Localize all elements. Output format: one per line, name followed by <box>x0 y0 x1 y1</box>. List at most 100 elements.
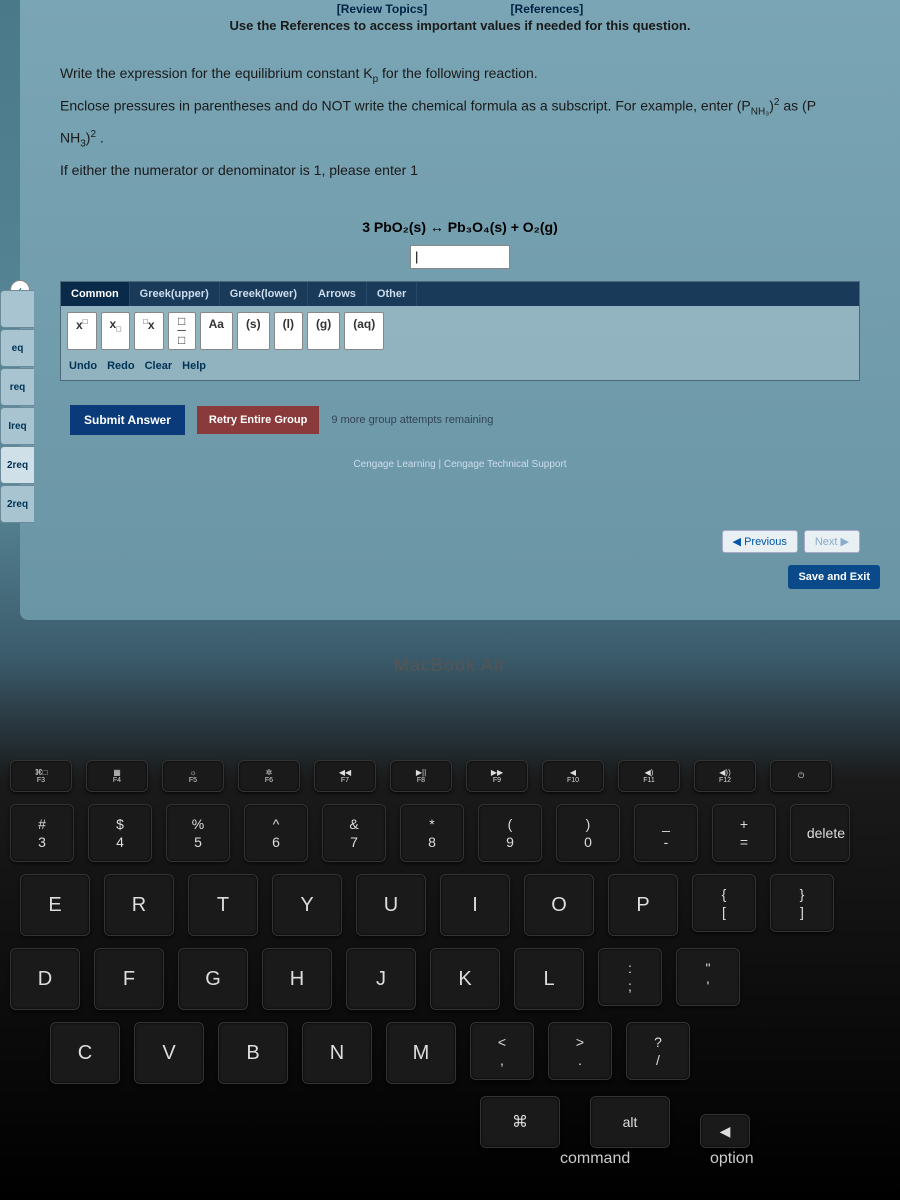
superscript-button[interactable]: x□ <box>67 312 97 351</box>
tab-greek-upper[interactable]: Greek(upper) <box>130 282 220 306</box>
sidebar-tab[interactable] <box>0 290 34 328</box>
retry-group-button[interactable]: Retry Entire Group <box>197 406 319 434</box>
function-key: ◀◀F7 <box>314 760 376 792</box>
letter-key: M <box>386 1022 456 1084</box>
submit-row: Submit Answer Retry Entire Group 9 more … <box>70 405 850 435</box>
tab-arrows[interactable]: Arrows <box>308 282 367 306</box>
delete-key: delete <box>790 804 850 862</box>
letter-key: O <box>524 874 594 936</box>
number-key: $4 <box>88 804 152 862</box>
alt-key: alt <box>590 1096 670 1148</box>
state-liquid-button[interactable]: (l) <box>274 312 303 351</box>
help-button[interactable]: Help <box>182 360 206 372</box>
editor-tabs: Common Greek(upper) Greek(lower) Arrows … <box>61 282 859 306</box>
sidebar-tab[interactable]: eq <box>0 329 34 367</box>
function-key: ◀F10 <box>542 760 604 792</box>
state-aqueous-button[interactable]: (aq) <box>344 312 384 351</box>
prescript-button[interactable]: □x <box>134 312 164 351</box>
letter-key: Y <box>272 874 342 936</box>
letter-key: P <box>608 874 678 936</box>
function-key: ⏻ <box>770 760 832 792</box>
punct-key: ?/ <box>626 1022 690 1080</box>
option-key-label: option <box>710 1150 754 1168</box>
letter-key: R <box>104 874 174 936</box>
case-button[interactable]: Aa <box>200 312 233 351</box>
number-key: #3 <box>10 804 74 862</box>
letter-key: K <box>430 948 500 1010</box>
tab-greek-lower[interactable]: Greek(lower) <box>220 282 308 306</box>
sidebar-tab[interactable]: Ireq <box>0 407 34 445</box>
sidebar-tab[interactable]: 2req <box>0 446 34 484</box>
function-key: ▶||F8 <box>390 760 452 792</box>
answer-input[interactable] <box>410 245 510 269</box>
bracket-key: {[ <box>692 874 756 932</box>
editor-secondary: Undo Redo Clear Help <box>61 356 859 380</box>
previous-button[interactable]: ◀ Previous <box>722 530 798 553</box>
punct-key: "' <box>676 948 740 1006</box>
sidebar-tab[interactable]: 2req <box>0 485 34 523</box>
function-key: ⌘□F3 <box>10 760 72 792</box>
equation-editor: Common Greek(upper) Greek(lower) Arrows … <box>60 281 860 382</box>
letter-key: U <box>356 874 426 936</box>
letter-key: G <box>178 948 248 1010</box>
letter-key: D <box>10 948 80 1010</box>
number-key: += <box>712 804 776 862</box>
top-instruction: Use the References to access important v… <box>20 18 900 33</box>
letter-key: L <box>514 948 584 1010</box>
review-topics-link[interactable]: [Review Topics] <box>337 2 427 16</box>
letter-key: N <box>302 1022 372 1084</box>
attempts-remaining: 9 more group attempts remaining <box>331 414 493 426</box>
sidebar-tabs: eq req Ireq 2req 2req <box>0 290 34 524</box>
number-key: )0 <box>556 804 620 862</box>
save-and-exit-button[interactable]: Save and Exit <box>788 565 880 589</box>
references-link[interactable]: [References] <box>511 2 584 16</box>
letter-key: I <box>440 874 510 936</box>
punct-key: :; <box>598 948 662 1006</box>
command-key-label: command <box>560 1150 630 1168</box>
function-key: ▶▶F9 <box>466 760 528 792</box>
state-gas-button[interactable]: (g) <box>307 312 340 351</box>
number-key: ^6 <box>244 804 308 862</box>
function-key: ☼F5 <box>162 760 224 792</box>
question-window: [Review Topics] [References] Use the Ref… <box>20 0 900 620</box>
punct-key: >. <box>548 1022 612 1080</box>
number-key: *8 <box>400 804 464 862</box>
editor-toolbar: x□ x□ □x □─□ Aa (s) (l) (g) (aq) <box>61 306 859 357</box>
letter-key: B <box>218 1022 288 1084</box>
function-key: ◀)F11 <box>618 760 680 792</box>
letter-key: T <box>188 874 258 936</box>
top-links: [Review Topics] [References] <box>20 0 900 16</box>
footer-links[interactable]: Cengage Learning | Cengage Technical Sup… <box>20 459 900 470</box>
function-key: ◀))F12 <box>694 760 756 792</box>
undo-button[interactable]: Undo <box>69 360 97 372</box>
laptop-model-label: MacBook Air <box>0 655 900 676</box>
letter-key: C <box>50 1022 120 1084</box>
arrow-left-key: ◀ <box>700 1114 750 1148</box>
number-key: (9 <box>478 804 542 862</box>
tab-other[interactable]: Other <box>367 282 417 306</box>
sidebar-tab[interactable]: req <box>0 368 34 406</box>
tab-common[interactable]: Common <box>61 282 130 306</box>
bracket-key: }] <box>770 874 834 932</box>
reaction-equation: 3 PbO₂(s) ↔ Pb₃O₄(s) + O₂(g) <box>20 219 900 235</box>
question-text: Write the expression for the equilibrium… <box>20 33 900 199</box>
state-solid-button[interactable]: (s) <box>237 312 270 351</box>
punct-key: <, <box>470 1022 534 1080</box>
fraction-button[interactable]: □─□ <box>168 312 196 351</box>
letter-key: H <box>262 948 332 1010</box>
function-key: ▦F4 <box>86 760 148 792</box>
submit-answer-button[interactable]: Submit Answer <box>70 405 185 435</box>
letter-key: E <box>20 874 90 936</box>
command-symbol-key: ⌘ <box>480 1096 560 1148</box>
physical-keyboard: ⌘□F3 ▦F4 ☼F5 ✲F6 ◀◀F7 ▶||F8 ▶▶F9 ◀F10 ◀)F11 ◀))F1… <box>0 760 900 1160</box>
letter-key: J <box>346 948 416 1010</box>
letter-key: V <box>134 1022 204 1084</box>
number-key: _- <box>634 804 698 862</box>
subscript-button[interactable]: x□ <box>101 312 131 351</box>
function-key: ✲F6 <box>238 760 300 792</box>
redo-button[interactable]: Redo <box>107 360 135 372</box>
clear-button[interactable]: Clear <box>145 360 173 372</box>
number-key: %5 <box>166 804 230 862</box>
next-button[interactable]: Next ▶ <box>804 530 860 553</box>
letter-key: F <box>94 948 164 1010</box>
